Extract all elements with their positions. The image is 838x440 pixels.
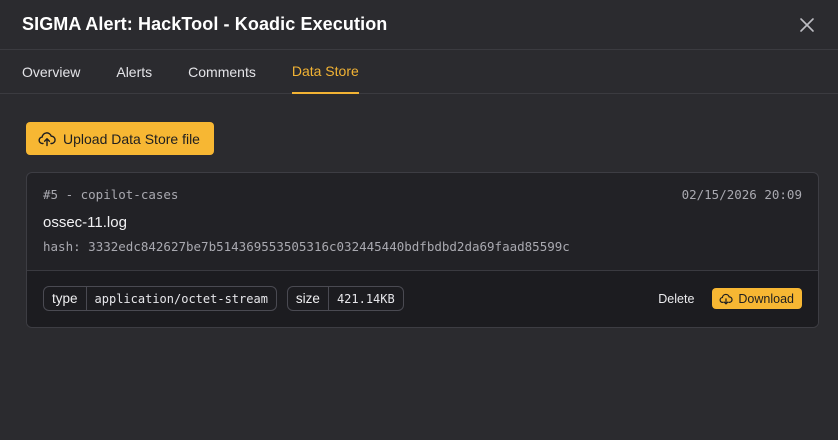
- modal-header: SIGMA Alert: HackTool - Koadic Execution: [0, 0, 838, 50]
- alert-modal: SIGMA Alert: HackTool - Koadic Execution…: [0, 0, 838, 440]
- download-button[interactable]: Download: [712, 288, 802, 309]
- file-hash: hash: 3332edc842627be7b514369553505316c0…: [43, 239, 802, 254]
- close-icon[interactable]: [799, 17, 815, 33]
- type-chip: type application/octet-stream: [43, 286, 277, 311]
- tab-comments[interactable]: Comments: [188, 50, 256, 94]
- file-name: ossec-11.log: [43, 214, 127, 231]
- type-chip-value: application/octet-stream: [94, 291, 268, 306]
- case-reference: #5 - copilot-cases: [43, 187, 179, 202]
- hash-value: 3332edc842627be7b514369553505316c0324454…: [88, 239, 570, 254]
- file-meta-row: #5 - copilot-cases 02/15/2026 20:09: [43, 187, 802, 202]
- file-card-details: #5 - copilot-cases 02/15/2026 20:09 osse…: [27, 173, 818, 271]
- tab-alerts[interactable]: Alerts: [116, 50, 152, 94]
- type-chip-key: type: [44, 287, 87, 310]
- cloud-upload-icon: [38, 131, 56, 146]
- cloud-download-icon: [719, 293, 734, 304]
- tab-overview[interactable]: Overview: [22, 50, 80, 94]
- data-store-panel: Upload Data Store file #5 - copilot-case…: [0, 94, 838, 328]
- tab-data-store[interactable]: Data Store: [291, 50, 359, 94]
- upload-button-label: Upload Data Store file: [63, 130, 200, 147]
- tab-bar: Overview Alerts Comments Data Store: [0, 50, 838, 94]
- file-card-footer: type application/octet-stream size 421.1…: [27, 271, 818, 327]
- size-chip: size 421.14KB: [286, 286, 404, 311]
- upload-data-store-button[interactable]: Upload Data Store file: [26, 122, 214, 155]
- delete-button[interactable]: Delete: [658, 292, 694, 306]
- data-store-file-card: #5 - copilot-cases 02/15/2026 20:09 osse…: [26, 172, 819, 328]
- file-timestamp: 02/15/2026 20:09: [681, 187, 802, 202]
- size-chip-value: 421.14KB: [336, 291, 395, 306]
- modal-title: SIGMA Alert: HackTool - Koadic Execution: [22, 14, 388, 34]
- download-button-label: Download: [738, 291, 794, 306]
- size-chip-key: size: [288, 287, 329, 310]
- hash-label: hash:: [43, 239, 81, 254]
